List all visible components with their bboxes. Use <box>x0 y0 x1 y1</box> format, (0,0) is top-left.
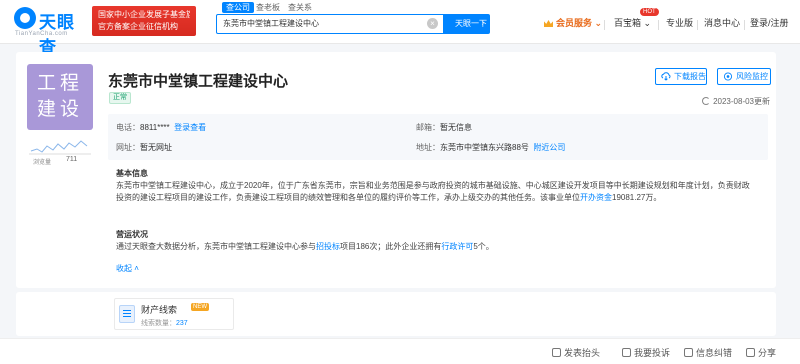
address-row: 地址：东莞市中堂镇东兴路88号 附近公司 <box>416 142 565 153</box>
document-icon <box>119 305 135 323</box>
property-clues-title: 财产线索 <box>141 305 178 315</box>
chevron-up-icon: ˄ <box>132 264 139 273</box>
complaint-label: 我要投诉 <box>634 348 671 358</box>
update-time-text: 2023-08-03更新 <box>713 97 770 106</box>
views-trend-icon <box>29 140 91 155</box>
address-value: 东莞市中堂镇东兴路88号 <box>440 143 529 152</box>
pro-version-link[interactable]: 专业版 <box>666 16 693 30</box>
search-box: × <box>216 14 444 34</box>
chevron-down-icon: ⌄ <box>641 18 652 28</box>
post-header-label: 发表抬头 <box>564 348 601 358</box>
post-icon <box>552 348 561 357</box>
cloud-download-icon <box>661 72 671 81</box>
complaint-icon <box>622 348 631 357</box>
operation-status-text: 通过天眼查大数据分析，东莞市中堂镇工程建设中心参与招投标项目186次；此外企业还… <box>116 241 756 253</box>
top-bar: 天眼查 TianYanCha.com 国家中小企业发展子基金旗下 官方备案企业征… <box>0 0 800 58</box>
views-label: 浏览量 <box>33 160 52 166</box>
footer-toolbar: 发表抬头 我要投诉 信息纠错 分享 <box>0 338 800 364</box>
gov-banner[interactable]: 国家中小企业发展子基金旗下 官方备案企业征信机构 <box>92 6 196 36</box>
login-register-link[interactable]: 登录/注册 <box>750 16 789 30</box>
vip-label: 会员服务 <box>556 18 593 28</box>
gov-banner-line2: 官方备案企业征信机构 <box>98 22 178 31</box>
basic-info-text: 东莞市中堂镇工程建设中心，成立于2020年，位于广东省东莞市，宗旨和业务范围是参… <box>116 180 756 204</box>
download-report-label: 下载报告 <box>674 72 706 81</box>
website-label: 网址： <box>116 143 140 152</box>
phone-value: 8811**** <box>140 123 170 132</box>
property-clues-tile[interactable]: 财产线索 NEW 线索数量：237 <box>114 298 234 330</box>
contact-info-block: 电话：8811**** 登录查看 邮箱：暂无信息 网址：暂无网址 地址：东莞市中… <box>108 114 768 160</box>
nearby-companies-link[interactable]: 附近公司 <box>533 143 565 152</box>
complaint-button[interactable]: 我要投诉 <box>622 346 670 359</box>
share-button[interactable]: 分享 <box>746 346 776 359</box>
toolbox-link[interactable]: 百宝箱 ⌄ <box>614 16 651 30</box>
tab-company[interactable]: 查公司 <box>222 2 254 13</box>
email-row: 邮箱：暂无信息 <box>416 122 472 133</box>
basic-info-title: 基本信息 <box>116 169 148 178</box>
hot-badge: HOT <box>640 8 659 16</box>
share-label: 分享 <box>758 348 777 358</box>
nav-divider <box>697 20 698 30</box>
company-avatar: 工程 建设 <box>27 64 93 130</box>
clear-icon[interactable]: × <box>427 18 438 29</box>
collapse-link[interactable]: 收起 ˄ <box>116 263 139 274</box>
registered-capital-link[interactable]: 开办资金 <box>580 193 612 202</box>
nav-divider <box>604 20 605 30</box>
property-clues-sub: 线索数量：237 <box>141 318 188 328</box>
eye-logo-icon <box>14 7 36 29</box>
bidding-link[interactable]: 招投标 <box>316 242 340 251</box>
update-time[interactable]: 2023-08-03更新 <box>702 96 770 107</box>
tab-boss[interactable]: 查老板 <box>256 2 280 13</box>
clues-count: 237 <box>176 320 188 327</box>
email-label: 邮箱： <box>416 123 440 132</box>
search-button[interactable]: 天眼一下 › <box>444 14 490 34</box>
address-label: 地址： <box>416 143 440 152</box>
eye-monitor-icon <box>723 72 733 81</box>
risk-monitor-label: 风险监控 <box>736 72 768 81</box>
toolbox-label: 百宝箱 <box>614 18 642 28</box>
message-center-link[interactable]: 消息中心 <box>704 16 740 30</box>
phone-login-link[interactable]: 登录查看 <box>174 123 206 132</box>
error-report-button[interactable]: 信息纠错 <box>684 346 732 359</box>
chevron-right-icon: › <box>481 20 484 27</box>
logo[interactable]: 天眼查 TianYanCha.com <box>14 7 88 58</box>
new-badge: NEW <box>191 303 209 311</box>
phone-row: 电话：8811**** 登录查看 <box>116 122 206 133</box>
ops-text-2: 项目186次；此外企业还拥有 <box>340 242 442 251</box>
ops-text-1: 通过天眼查大数据分析，东莞市中堂镇工程建设中心参与 <box>116 242 316 251</box>
share-icon <box>746 348 755 357</box>
risk-monitor-button[interactable]: 风险监控 <box>717 68 771 85</box>
error-report-label: 信息纠错 <box>696 348 733 358</box>
gov-banner-line1: 国家中小企业发展子基金旗下 <box>98 10 190 19</box>
company-card: 工程 建设 浏览量 711 东莞市中堂镇工程建设中心 正常 下载报告 风险监控 … <box>16 52 776 288</box>
vip-service-link[interactable]: 会员服务 ⌄ <box>544 16 602 30</box>
tab-relation[interactable]: 查关系 <box>288 2 312 13</box>
views-widget: 浏览量 711 <box>29 137 91 167</box>
ops-text-3: 5个。 <box>473 242 494 251</box>
admin-license-link[interactable]: 行政许可 <box>441 242 473 251</box>
basic-info-tail: 19081.27万。 <box>612 193 662 202</box>
logo-subtext: TianYanCha.com <box>15 31 68 37</box>
error-report-icon <box>684 348 693 357</box>
avatar-line2: 建设 <box>36 98 83 120</box>
status-badge: 正常 <box>109 92 131 104</box>
refresh-icon <box>702 97 711 105</box>
website-row: 网址：暂无网址 <box>116 142 172 153</box>
download-report-button[interactable]: 下载报告 <box>655 68 707 85</box>
collapse-label: 收起 <box>116 264 132 273</box>
website-value: 暂无网址 <box>140 143 172 152</box>
clues-count-label: 线索数量： <box>141 320 176 327</box>
nav-divider <box>744 20 745 30</box>
avatar-line1: 工程 <box>36 72 83 94</box>
post-header-button[interactable]: 发表抬头 <box>552 346 600 359</box>
operation-status-title: 营运状况 <box>116 230 148 239</box>
company-name: 东莞市中堂镇工程建设中心 <box>108 73 289 90</box>
crown-icon <box>544 20 553 27</box>
phone-label: 电话： <box>116 123 140 132</box>
email-value: 暂无信息 <box>440 123 472 132</box>
search-input[interactable] <box>217 15 422 32</box>
chevron-down-icon: ⌄ <box>592 18 603 28</box>
property-clues-card: 财产线索 NEW 线索数量：237 <box>16 292 776 336</box>
nav-divider <box>658 20 659 30</box>
views-count: 711 <box>66 156 78 163</box>
